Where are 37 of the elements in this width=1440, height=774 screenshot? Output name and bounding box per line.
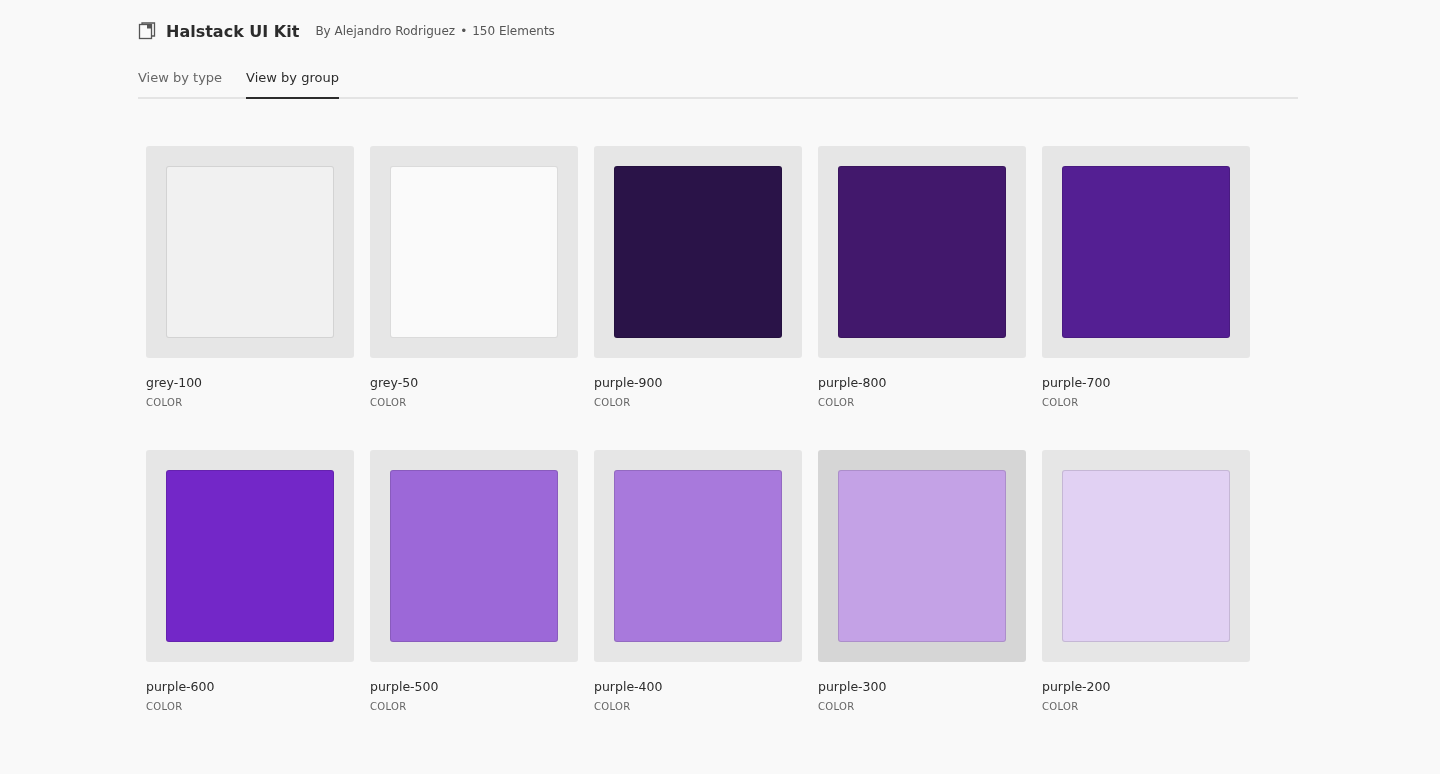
swatch-type: COLOR: [370, 701, 408, 712]
swatch-card[interactable]: [594, 146, 802, 358]
swatch-name: purple-700: [1042, 375, 1112, 391]
swatch-card[interactable]: [370, 450, 578, 662]
view-tab[interactable]: View by type: [138, 70, 223, 99]
swatch-name: purple-300: [818, 679, 888, 695]
separator-dot: •: [460, 24, 468, 38]
swatch-name: purple-900: [594, 375, 664, 391]
swatch-name: purple-800: [818, 375, 888, 391]
swatch-name: purple-600: [146, 679, 216, 695]
swatch-type: COLOR: [146, 397, 184, 408]
swatch-type: COLOR: [146, 701, 184, 712]
library-icon: [138, 22, 156, 40]
swatch-type: COLOR: [370, 397, 408, 408]
element-count: 150 Elements: [472, 24, 555, 38]
swatch-type: COLOR: [818, 397, 856, 408]
swatch-type: COLOR: [1042, 397, 1080, 408]
swatch-card[interactable]: [818, 146, 1026, 358]
swatch-card[interactable]: [818, 450, 1026, 662]
view-tab[interactable]: View by group: [246, 70, 339, 99]
swatch-type: COLOR: [594, 397, 632, 408]
swatch-type: COLOR: [594, 701, 632, 712]
swatch-card[interactable]: [146, 450, 354, 662]
swatch-type: COLOR: [1042, 701, 1080, 712]
swatch-card[interactable]: [146, 146, 354, 358]
kit-title: Halstack UI Kit: [166, 21, 300, 41]
swatch-card[interactable]: [1042, 146, 1250, 358]
author-text: By Alejandro Rodriguez: [315, 24, 456, 38]
swatch-name: purple-400: [594, 679, 664, 695]
swatch-type: COLOR: [818, 701, 856, 712]
swatch-card[interactable]: [370, 146, 578, 358]
swatch-name: grey-50: [370, 375, 420, 391]
swatch-name: purple-200: [1042, 679, 1112, 695]
swatch-card[interactable]: [594, 450, 802, 662]
swatch-name: grey-100: [146, 375, 204, 391]
swatch-name: purple-500: [370, 679, 440, 695]
swatch-card[interactable]: [1042, 450, 1250, 662]
